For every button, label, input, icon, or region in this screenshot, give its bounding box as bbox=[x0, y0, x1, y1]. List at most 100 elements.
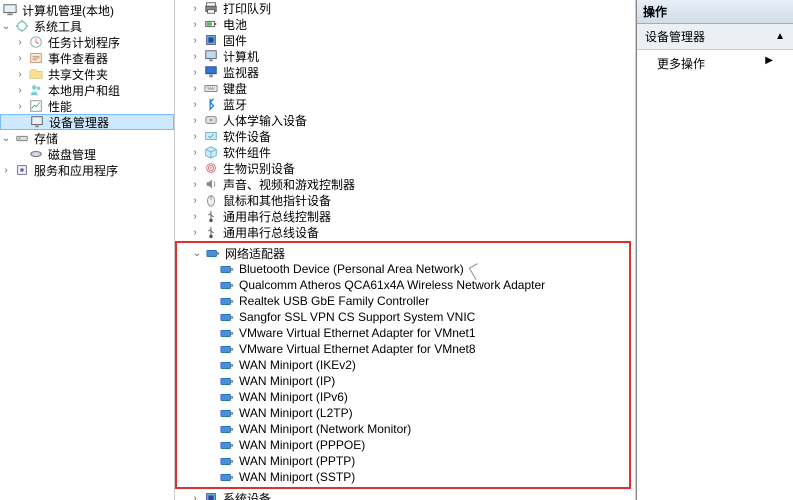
device-item[interactable]: WAN Miniport (IKEv2) bbox=[177, 357, 629, 373]
device-item[interactable]: › 电池 bbox=[175, 16, 635, 32]
actions-sub-label: 设备管理器 bbox=[645, 28, 705, 45]
tree-systools[interactable]: ⌄ 系统工具 bbox=[0, 18, 174, 34]
device-item[interactable]: ›软件组件 bbox=[175, 144, 635, 160]
chevron-right-icon[interactable]: › bbox=[189, 163, 201, 174]
mouse-icon bbox=[203, 192, 219, 208]
device-item[interactable]: › 蓝牙 bbox=[175, 96, 635, 112]
chevron-right-icon[interactable]: › bbox=[14, 37, 26, 48]
chevron-right-icon[interactable]: › bbox=[189, 147, 201, 158]
device-item[interactable]: ›键盘 bbox=[175, 80, 635, 96]
chevron-right-icon[interactable]: › bbox=[189, 115, 201, 126]
device-item[interactable]: VMware Virtual Ethernet Adapter for VMne… bbox=[177, 325, 629, 341]
device-item[interactable]: WAN Miniport (SSTP) bbox=[177, 469, 629, 485]
device-item[interactable]: › 通用串行总线设备 bbox=[175, 224, 635, 240]
device-label: Realtek USB GbE Family Controller bbox=[237, 294, 429, 308]
tree-item-label: 事件查看器 bbox=[46, 50, 108, 67]
device-item[interactable]: ›监视器 bbox=[175, 64, 635, 80]
device-item[interactable]: ›鼠标和其他指针设备 bbox=[175, 192, 635, 208]
device-item[interactable]: WAN Miniport (L2TP) bbox=[177, 405, 629, 421]
more-actions[interactable]: 更多操作 ▶ bbox=[637, 50, 793, 77]
chevron-down-icon[interactable]: ⌄ bbox=[0, 21, 12, 32]
tree-storage[interactable]: ⌄ 存储 bbox=[0, 130, 174, 146]
net-icon bbox=[219, 437, 235, 453]
device-item[interactable]: Realtek USB GbE Family Controller bbox=[177, 293, 629, 309]
category-network-adapters[interactable]: ⌄ 网络适配器 bbox=[177, 245, 629, 261]
tree-item[interactable]: › 事件查看器 bbox=[0, 50, 174, 66]
chevron-right-icon[interactable]: › bbox=[189, 67, 201, 78]
device-label: 计算机 bbox=[221, 48, 259, 65]
keyboard-icon bbox=[203, 80, 219, 96]
chevron-right-icon[interactable]: › bbox=[189, 99, 201, 110]
net-icon bbox=[219, 453, 235, 469]
chevron-right-icon[interactable]: › bbox=[189, 3, 201, 14]
device-item[interactable]: ›系统设备 bbox=[175, 490, 635, 500]
device-item[interactable]: › 计算机 bbox=[175, 48, 635, 64]
device-item[interactable]: WAN Miniport (IPv6) bbox=[177, 389, 629, 405]
category-label: 网络适配器 bbox=[223, 245, 285, 262]
device-item[interactable]: Sangfor SSL VPN CS Support System VNIC bbox=[177, 309, 629, 325]
device-item[interactable]: Qualcomm Atheros QCA61x4A Wireless Netwo… bbox=[177, 277, 629, 293]
actions-panel: 操作 设备管理器 ▲ 更多操作 ▶ bbox=[636, 0, 793, 500]
bluetooth-icon bbox=[203, 96, 219, 112]
device-item[interactable]: ›固件 bbox=[175, 32, 635, 48]
pc-icon bbox=[203, 48, 219, 64]
chevron-right-icon[interactable]: › bbox=[14, 85, 26, 96]
device-item[interactable]: WAN Miniport (IP) bbox=[177, 373, 629, 389]
device-label: 通用串行总线设备 bbox=[221, 224, 319, 241]
device-item[interactable]: VMware Virtual Ethernet Adapter for VMne… bbox=[177, 341, 629, 357]
tree-root[interactable]: 计算机管理(本地) bbox=[0, 2, 174, 18]
chevron-down-icon[interactable]: ⌄ bbox=[191, 248, 203, 259]
storage-icon bbox=[14, 130, 30, 146]
device-item[interactable]: WAN Miniport (PPPOE) bbox=[177, 437, 629, 453]
chevron-right-icon[interactable]: › bbox=[0, 165, 12, 176]
device-label: 软件设备 bbox=[221, 128, 271, 145]
chevron-right-icon[interactable]: › bbox=[189, 83, 201, 94]
chevron-right-icon[interactable]: › bbox=[189, 227, 201, 238]
tree-item[interactable]: ›本地用户和组 bbox=[0, 82, 174, 98]
device-item[interactable]: Bluetooth Device (Personal Area Network) bbox=[177, 261, 629, 277]
chevron-right-icon[interactable]: › bbox=[189, 19, 201, 30]
disk-mgmt-icon bbox=[28, 146, 44, 162]
actions-subheader[interactable]: 设备管理器 ▲ bbox=[637, 24, 793, 50]
chevron-right-icon[interactable]: › bbox=[14, 69, 26, 80]
device-label: 蓝牙 bbox=[221, 96, 247, 113]
shared-folders-icon bbox=[28, 66, 44, 82]
tree-systools-label: 系统工具 bbox=[32, 18, 82, 35]
device-item[interactable]: ›人体学输入设备 bbox=[175, 112, 635, 128]
performance-icon bbox=[28, 98, 44, 114]
tree-item[interactable]: ›性能 bbox=[0, 98, 174, 114]
device-item[interactable]: ›生物识别设备 bbox=[175, 160, 635, 176]
tree-item[interactable]: 磁盘管理 bbox=[0, 146, 174, 162]
chevron-right-icon[interactable]: › bbox=[14, 53, 26, 64]
chevron-right-icon[interactable]: › bbox=[189, 195, 201, 206]
tree-item[interactable]: ›共享文件夹 bbox=[0, 66, 174, 82]
chevron-right-icon[interactable]: › bbox=[189, 131, 201, 142]
chevron-right-icon[interactable]: › bbox=[189, 211, 201, 222]
tree-services[interactable]: › 服务和应用程序 bbox=[0, 162, 174, 178]
chevron-right-icon[interactable]: › bbox=[189, 493, 201, 500]
device-item[interactable]: WAN Miniport (PPTP) bbox=[177, 453, 629, 469]
device-item[interactable]: › 软件设备 bbox=[175, 128, 635, 144]
device-tree: ›打印队列›电池›固件›计算机›监视器›键盘›蓝牙›人体学输入设备›软件设备›软… bbox=[175, 0, 636, 500]
net-icon bbox=[219, 357, 235, 373]
usb-icon bbox=[203, 224, 219, 240]
chevron-right-icon[interactable]: › bbox=[189, 35, 201, 46]
device-item[interactable]: ›通用串行总线控制器 bbox=[175, 208, 635, 224]
biometric-icon bbox=[203, 160, 219, 176]
device-label: 电池 bbox=[221, 16, 247, 33]
tree-services-label: 服务和应用程序 bbox=[32, 162, 118, 179]
computer-icon bbox=[2, 2, 18, 18]
device-label: VMware Virtual Ethernet Adapter for VMne… bbox=[237, 326, 476, 340]
chevron-right-icon[interactable]: › bbox=[189, 179, 201, 190]
chevron-down-icon[interactable]: ⌄ bbox=[0, 133, 12, 144]
chevron-right-icon[interactable]: › bbox=[189, 51, 201, 62]
soft-icon bbox=[203, 128, 219, 144]
tree-item[interactable]: ›任务计划程序 bbox=[0, 34, 174, 50]
tree-device-manager[interactable]: 设备管理器 bbox=[0, 114, 174, 130]
softpkg-icon bbox=[203, 144, 219, 160]
network-adapter-icon bbox=[205, 245, 221, 261]
chevron-right-icon[interactable]: › bbox=[14, 101, 26, 112]
device-item[interactable]: WAN Miniport (Network Monitor) bbox=[177, 421, 629, 437]
device-item[interactable]: ›声音、视频和游戏控制器 bbox=[175, 176, 635, 192]
device-item[interactable]: ›打印队列 bbox=[175, 0, 635, 16]
